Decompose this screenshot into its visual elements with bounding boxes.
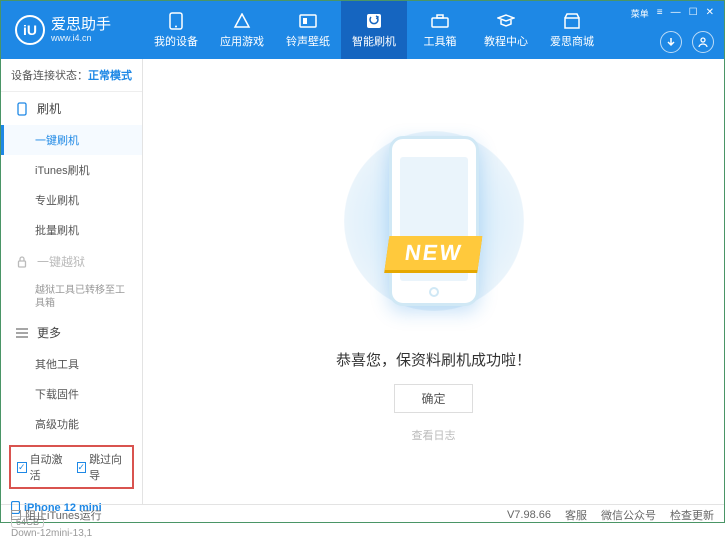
checkmark-icon: ✓ [17, 462, 27, 473]
logo-area: iU 爱思助手 www.i4.cn [1, 15, 143, 45]
connection-status: 设备连接状态：正常模式 [1, 59, 142, 92]
sidebar-flash-header[interactable]: 刷机 [1, 92, 142, 125]
nav-toolbox[interactable]: 工具箱 [407, 1, 473, 59]
wallpaper-icon [298, 12, 318, 30]
store-icon [562, 12, 582, 30]
nav-store[interactable]: 爱思商城 [539, 1, 605, 59]
sidebar-item-itunes-flash[interactable]: iTunes刷机 [1, 155, 142, 185]
flash-options-box: ✓自动激活 ✓跳过向导 [9, 445, 134, 489]
sidebar-item-oneclick-flash[interactable]: 一键刷机 [1, 125, 142, 155]
nav-my-device[interactable]: 我的设备 [143, 1, 209, 59]
checkbox-auto-activate[interactable]: ✓自动激活 [17, 451, 67, 483]
close-button[interactable]: ✕ [706, 7, 714, 20]
device-icon [166, 12, 186, 30]
ok-button[interactable]: 确定 [394, 384, 472, 413]
wechat-link[interactable]: 微信公众号 [601, 507, 656, 523]
titlebar-controls: 菜单 ≡ — ☐ ✕ [631, 7, 714, 20]
sidebar-item-pro-flash[interactable]: 专业刷机 [1, 185, 142, 215]
sidebar-jailbreak-header[interactable]: 一键越狱 [1, 245, 142, 278]
nav-flash[interactable]: 智能刷机 [341, 1, 407, 59]
version-label: V7.98.66 [507, 509, 551, 521]
user-button[interactable] [692, 31, 714, 53]
lock-icon [15, 256, 29, 268]
success-message: 恭喜您，保资料刷机成功啦！ [336, 349, 531, 370]
download-button[interactable] [660, 31, 682, 53]
checkbox-empty-icon [11, 510, 21, 520]
app-header: iU 爱思助手 www.i4.cn 我的设备 应用游戏 铃声壁纸 智能刷机 工具… [1, 1, 724, 59]
checkbox-skip-guide[interactable]: ✓跳过向导 [77, 451, 127, 483]
app-logo-icon: iU [15, 15, 45, 45]
sidebar-item-batch-flash[interactable]: 批量刷机 [1, 215, 142, 245]
nav-apps[interactable]: 应用游戏 [209, 1, 275, 59]
toolbox-icon [430, 12, 450, 30]
sidebar: 设备连接状态：正常模式 刷机 一键刷机 iTunes刷机 专业刷机 批量刷机 一… [1, 59, 143, 504]
device-firmware: Down-12mini-13,1 [11, 528, 132, 539]
main-nav: 我的设备 应用游戏 铃声壁纸 智能刷机 工具箱 教程中心 爱思商城 [143, 1, 605, 59]
app-site: www.i4.cn [51, 33, 111, 43]
app-name: 爱思助手 [51, 17, 111, 34]
tutorial-icon [496, 12, 516, 30]
minimize-button[interactable]: — [671, 7, 681, 20]
nav-ringtones[interactable]: 铃声壁纸 [275, 1, 341, 59]
titlebar-menu[interactable]: 菜单 [631, 7, 649, 20]
flash-icon [364, 12, 384, 30]
success-illustration: NEW [359, 121, 509, 321]
sidebar-item-other-tools[interactable]: 其他工具 [1, 349, 142, 379]
nav-tutorials[interactable]: 教程中心 [473, 1, 539, 59]
sidebar-item-download-fw[interactable]: 下载固件 [1, 379, 142, 409]
support-link[interactable]: 客服 [565, 507, 587, 523]
hamburger-icon [15, 328, 29, 338]
titlebar-separator: ≡ [657, 7, 663, 20]
main-content: NEW 恭喜您，保资料刷机成功啦！ 确定 查看日志 [143, 59, 724, 504]
sidebar-item-advanced[interactable]: 高级功能 [1, 409, 142, 439]
new-banner: NEW [384, 236, 482, 270]
sidebar-more-header[interactable]: 更多 [1, 316, 142, 349]
checkmark-icon: ✓ [77, 462, 87, 473]
check-update-link[interactable]: 检查更新 [670, 507, 714, 523]
checkbox-block-itunes[interactable]: 阻止iTunes运行 [11, 507, 102, 523]
maximize-button[interactable]: ☐ [689, 7, 698, 20]
jailbreak-note: 越狱工具已转移至工具箱 [1, 278, 142, 316]
view-log-link[interactable]: 查看日志 [412, 427, 456, 443]
device-small-icon [15, 102, 29, 116]
apps-icon [232, 12, 252, 30]
